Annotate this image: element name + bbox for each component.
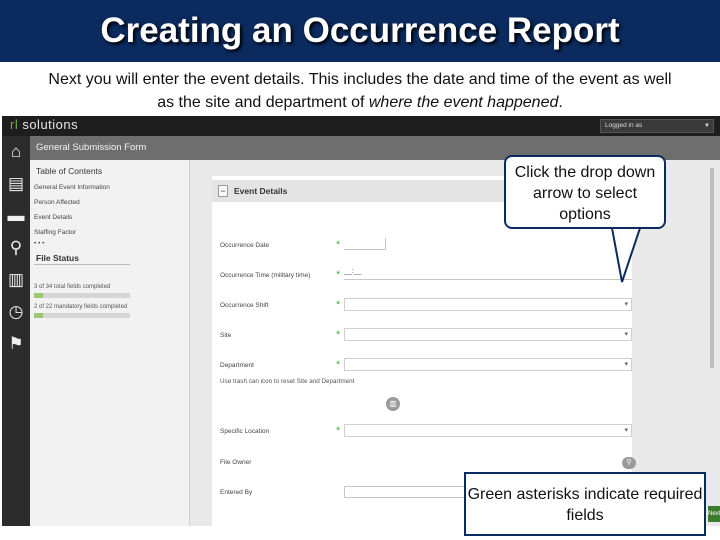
toc-title: Table of Contents [36,166,103,176]
search-icon[interactable]: ⚲ [622,457,636,469]
chevron-down-icon: ▼ [704,123,710,129]
folder-icon[interactable]: ▬ [6,206,26,226]
home-icon[interactable]: ⌂ [6,142,26,162]
required-star: * [336,239,341,251]
document-icon[interactable]: ▤ [6,174,26,194]
clock-icon[interactable]: ◷ [6,302,26,322]
total-fields-status: 3 of 34 total fields completed [34,284,111,290]
file-owner-label: File Owner [220,459,252,466]
intro-text: Next you will enter the event details. T… [48,71,672,111]
toc-link-person-affected[interactable]: Person Affected [34,199,80,206]
trash-note: Use trash can icon to reset Site and Dep… [220,378,355,385]
department-select[interactable]: ▾ [344,358,632,371]
occurrence-date-label: Occurrence Date [220,242,270,249]
dropdown-callout: Click the drop down arrow to select opti… [504,155,666,229]
site-label: Site [220,332,232,339]
occurrence-time-input[interactable]: __:__ [344,268,632,280]
occurrence-time-label: Occurrence Time (military time) [220,272,311,279]
toc-link-staffing-factor[interactable]: Staffing Factor [34,229,76,236]
asterisk-callout: Green asterisks indicate required fields [464,472,706,536]
occurrence-date-input[interactable] [344,238,386,250]
progress-fill [34,293,43,298]
flag-icon[interactable]: ⚑ [6,334,26,354]
sidebar: ⌂ ▤ ▬ ⚲ ▥ ◷ ⚑ [2,136,30,526]
toc-link-event-details[interactable]: Event Details [34,214,72,221]
trash-icon[interactable]: ▥ [386,397,400,411]
intro-end: . [558,94,563,111]
slide-title: Creating an Occurrence Report [0,0,720,62]
toc-more: • • • [34,240,45,247]
chart-icon[interactable]: ▥ [6,270,26,290]
site-select[interactable]: ▾ [344,328,632,341]
mandatory-fields-status: 2 of 22 mandatory fields completed [34,304,128,310]
total-fields-progress [34,293,130,298]
specific-location-label: Specific Location [220,428,270,435]
intro-emphasis: where the event happened [368,94,559,111]
occurrence-shift-select[interactable]: ▾ [344,298,632,311]
logged-in-label: Logged in as [605,122,643,129]
toc-link-general-event-information[interactable]: General Event Information [34,184,110,191]
search-icon[interactable]: ⚲ [6,238,26,258]
chevron-down-icon[interactable]: ▾ [624,299,628,311]
required-star: * [336,269,341,281]
section-title: Event Details [234,186,288,196]
progress-fill [34,313,43,318]
file-status-title: File Status [36,253,79,263]
chevron-down-icon[interactable]: ▾ [624,425,628,437]
occurrence-shift-label: Occurrence Shift [220,302,269,309]
collapse-button[interactable]: − [218,185,228,197]
chevron-down-icon[interactable]: ▾ [624,359,628,371]
next-button[interactable]: Next [708,506,720,522]
rl-solutions-logo[interactable]: rl solutions [10,117,78,132]
scrollbar[interactable] [710,168,714,368]
slide-intro: Next you will enter the event details. T… [40,68,680,114]
logo-text: solutions [18,117,79,132]
table-of-contents: Table of Contents General Event Informat… [30,160,190,526]
required-star: * [336,425,341,437]
logo-prefix: rl [10,117,19,132]
mandatory-fields-progress [34,313,130,318]
logged-in-menu[interactable]: Logged in as ▼ [600,119,714,133]
required-star: * [336,329,341,341]
divider [34,264,130,265]
app-topbar: rl solutions Logged in as ▼ [2,116,720,136]
entered-by-label: Entered By [220,489,253,496]
department-label: Department [220,362,254,369]
specific-location-select[interactable]: ▾ [344,424,632,437]
chevron-down-icon[interactable]: ▾ [624,329,628,341]
required-star: * [336,299,341,311]
required-star: * [336,359,341,371]
